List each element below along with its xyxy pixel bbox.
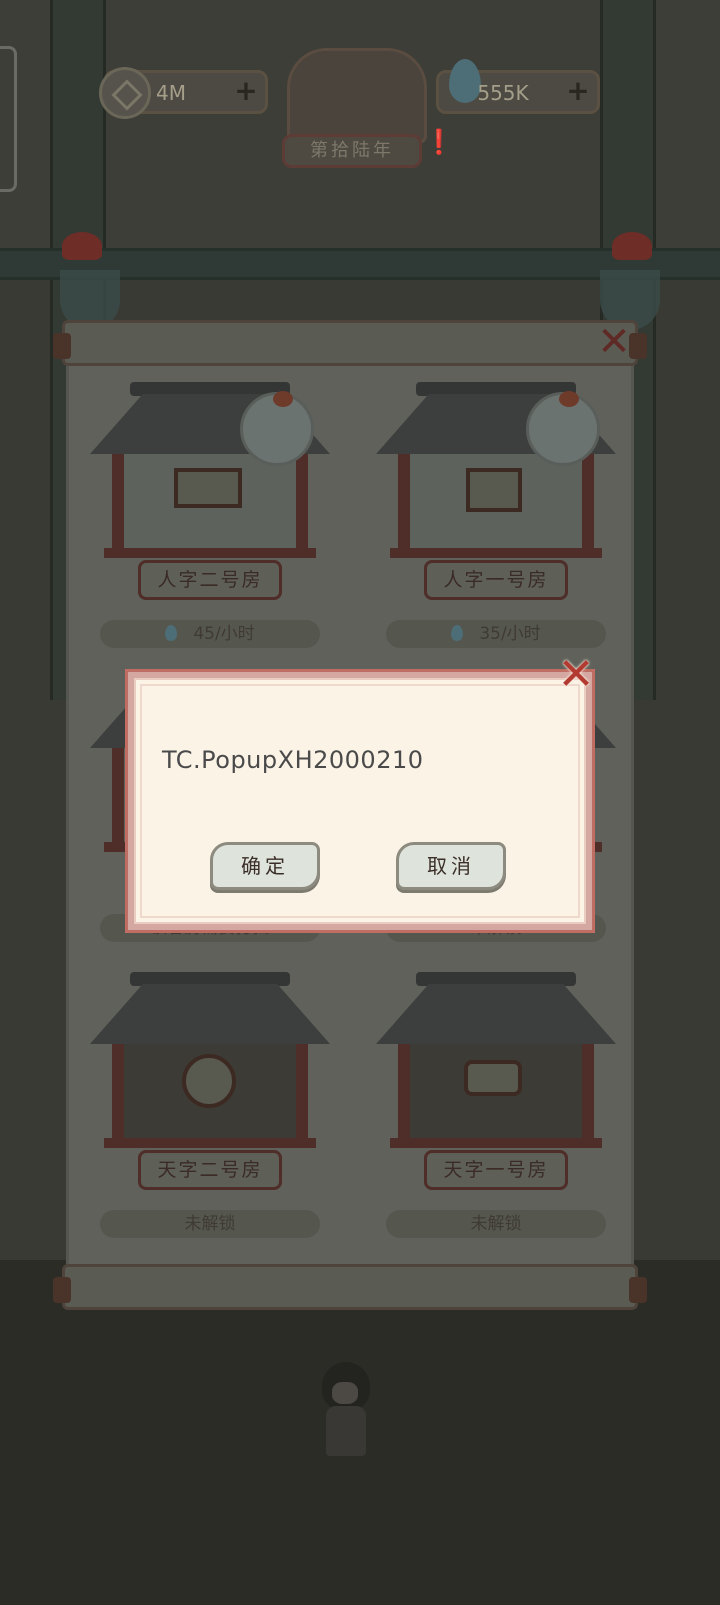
water-drop-icon (451, 625, 464, 641)
scroll-rod-right (629, 1277, 647, 1303)
water-counter: 555K + (436, 59, 600, 114)
room-status: 未解锁 (386, 1210, 606, 1238)
room-rate-text: 35/小时 (479, 624, 541, 644)
scroll-rod-left (53, 1277, 71, 1303)
character-face (332, 1382, 358, 1404)
cancel-button[interactable]: 取消 (396, 842, 506, 890)
room-window (464, 1060, 522, 1096)
room-card[interactable]: 天字一号房 未解锁 (376, 972, 616, 1242)
dialog-message: TC.PopupXH2000210 (162, 746, 424, 774)
room-base (390, 1138, 602, 1148)
room-rate-text: 45/小时 (193, 624, 255, 644)
roof (90, 984, 330, 1044)
lotus-ornament-right (612, 232, 652, 260)
room-name: 人字一号房 (424, 560, 568, 600)
tassel-icon: ❗ (424, 128, 454, 156)
player-character[interactable] (318, 1362, 374, 1462)
scroll-rod-left (53, 333, 71, 359)
add-water-button[interactable]: + (565, 77, 591, 105)
panel-close-icon[interactable]: ✕ (595, 322, 633, 362)
scroll-bottom-roller (53, 1264, 647, 1310)
room-card[interactable]: 人字一号房 35/小时 (376, 382, 616, 652)
confirm-button[interactable]: 确定 (210, 842, 320, 890)
character-body (326, 1406, 366, 1456)
dialog-close-icon[interactable]: ✕ (556, 653, 596, 697)
popup-dialog: TC.PopupXH2000210 (125, 669, 595, 933)
room-base (104, 1138, 316, 1148)
roof-ridge (416, 972, 576, 986)
room-window (174, 468, 242, 508)
room-rate: 35/小时 (386, 620, 606, 648)
dialog-inner-border (140, 684, 580, 918)
add-coins-button[interactable]: + (233, 77, 259, 105)
attendant-avatar (526, 391, 600, 466)
room-status: 未解锁 (100, 1210, 320, 1238)
roof (376, 984, 616, 1044)
roof-ridge (130, 972, 290, 986)
room-name: 天字一号房 (424, 1150, 568, 1190)
room-base (104, 548, 316, 558)
room-card[interactable]: 人字二号房 45/小时 (90, 382, 330, 652)
coin-counter: 4M + (99, 67, 268, 119)
lotus-ornament-left (62, 232, 102, 260)
water-value: 555K (477, 81, 529, 105)
side-menu-tab[interactable] (0, 46, 17, 192)
year-label: 第拾陆年 (282, 134, 422, 168)
attendant-avatar (240, 391, 314, 466)
coin-value: 4M (156, 81, 186, 105)
room-rate: 45/小时 (100, 620, 320, 648)
scroll-top-roller (53, 320, 647, 366)
room-name: 人字二号房 (138, 560, 282, 600)
room-window (466, 468, 522, 512)
water-drop-icon (165, 625, 178, 641)
room-card[interactable]: 天字二号房 未解锁 (90, 972, 330, 1242)
room-base (390, 548, 602, 558)
room-window (182, 1054, 236, 1108)
room-name: 天字二号房 (138, 1150, 282, 1190)
inn-emblem-icon (287, 48, 427, 144)
